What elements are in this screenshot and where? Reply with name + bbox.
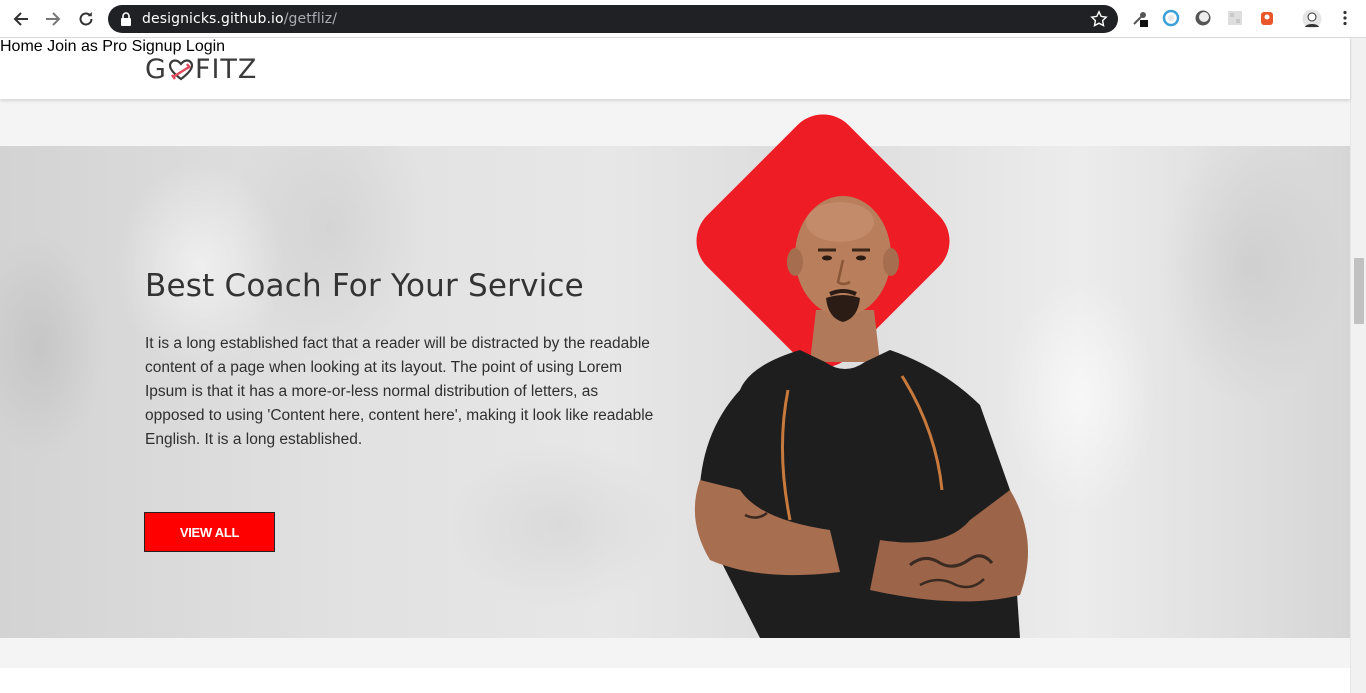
page-scrollbar[interactable] [1350, 38, 1366, 693]
url-path: /getfliz/ [283, 11, 338, 27]
hero-paragraph: It is a long established fact that a rea… [145, 335, 654, 448]
coach-photo [680, 190, 1040, 638]
heart-dumbbell-icon [168, 58, 194, 82]
refresh-extension-icon[interactable] [1162, 9, 1180, 27]
dark-mode-extension-icon[interactable] [1194, 9, 1212, 27]
avatar-icon[interactable] [1302, 9, 1322, 29]
hero-title: Best Coach For Your Service [145, 268, 584, 304]
logo-text-left: G [145, 53, 167, 85]
back-arrow-icon[interactable] [10, 8, 32, 30]
url-text: designicks.github.io/getfliz/ [142, 11, 337, 27]
star-icon[interactable] [1090, 10, 1108, 33]
address-bar[interactable]: designicks.github.io/getfliz/ [108, 5, 1118, 33]
grid-extension-icon[interactable] [1226, 9, 1244, 27]
next-section-top [0, 668, 1350, 693]
lock-icon [120, 12, 132, 31]
view-all-button[interactable]: VIEW ALL [144, 512, 275, 552]
nav-join-as-pro[interactable]: Join as Pro [47, 38, 127, 55]
site-header: G FITZ Home Join as Pro Signup Login [0, 38, 1350, 99]
reload-icon[interactable] [75, 8, 97, 30]
hero-section: Best Coach For Your Service It is a long… [0, 146, 1350, 638]
logo-text-right: FITZ [194, 53, 258, 85]
menu-dots-icon[interactable] [1336, 9, 1354, 27]
scrollbar-thumb[interactable] [1354, 258, 1364, 324]
forward-arrow-icon[interactable] [42, 8, 64, 30]
browser-toolbar: designicks.github.io/getfliz/ [0, 0, 1366, 38]
url-host: designicks.github.io [142, 11, 284, 27]
site-logo[interactable]: G FITZ [145, 52, 257, 86]
eyedropper-extension-icon[interactable] [1131, 9, 1149, 27]
nav-home[interactable]: Home [0, 38, 43, 55]
person-extension-icon[interactable] [1258, 9, 1276, 27]
